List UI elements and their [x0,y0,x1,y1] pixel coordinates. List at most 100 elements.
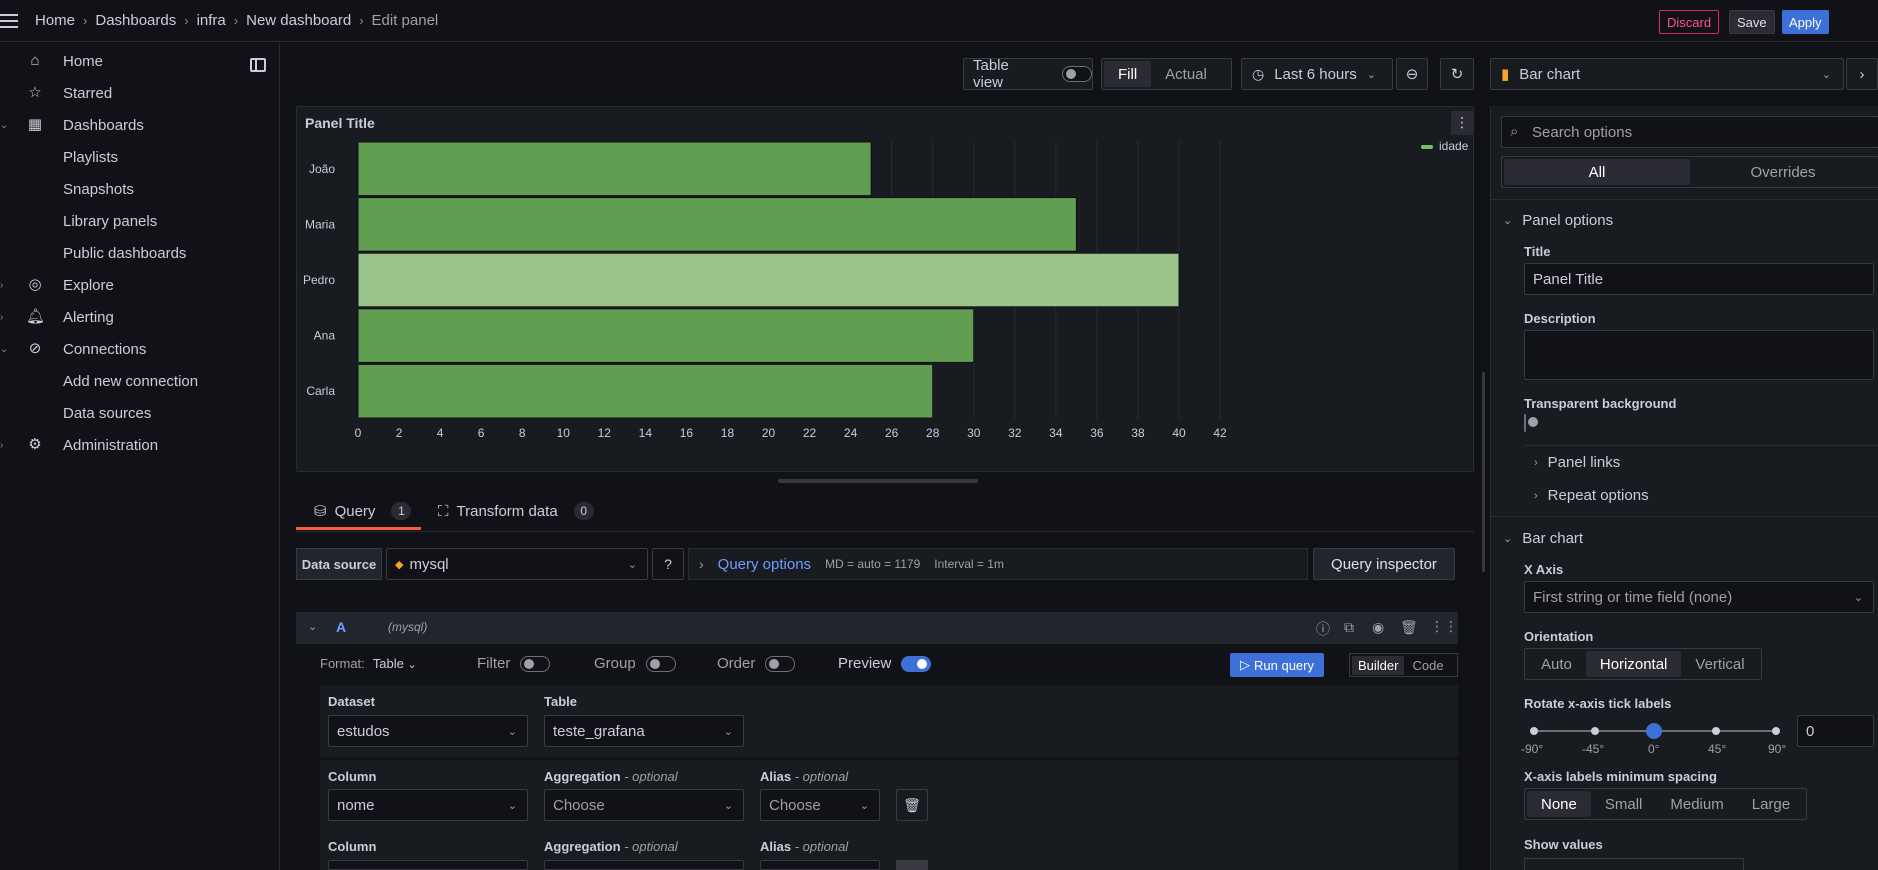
spacing-large[interactable]: Large [1738,791,1804,817]
orientation-auto[interactable]: Auto [1527,651,1586,677]
bar-chart-options-header[interactable]: ⌄ Bar chart [1503,530,1583,547]
sidebar-item-public-dashboards[interactable]: Public dashboards [0,237,279,269]
sidebar-item-explore[interactable]: › ◎ Explore [0,269,279,301]
bar [357,252,1180,308]
spacing-medium[interactable]: Medium [1656,791,1737,817]
dataset-select[interactable]: estudos ⌄ [328,715,528,747]
search-options-input[interactable]: ⌕ Search options [1501,116,1878,148]
run-query-button[interactable]: ▷ Run query [1230,653,1324,677]
code-option[interactable]: Code [1404,656,1451,675]
fill-option[interactable]: Fill [1104,61,1152,87]
order-toggle[interactable]: Order [717,655,796,672]
save-button[interactable]: Save [1729,10,1775,34]
transparent-switch[interactable] [1524,414,1526,432]
sidebar-item-add-new-connection[interactable]: Add new connection [0,365,279,397]
time-range-label: Last 6 hours [1274,65,1357,83]
tab-query[interactable]: ⛁ Query 1 [296,502,412,520]
actual-option[interactable]: Actual [1151,66,1221,83]
panel-links-header[interactable]: › Panel links [1534,454,1620,471]
breadcrumb-home[interactable]: Home [35,12,75,29]
sidebar-item-administration[interactable]: › ⚙ Administration [0,429,279,461]
builder-option[interactable]: Builder [1352,655,1405,675]
query-ref-id[interactable]: A [336,619,346,635]
breadcrumb-dashboards[interactable]: Dashboards [95,12,176,29]
menu-icon[interactable] [0,14,18,28]
chevron-down-icon[interactable]: ⌄ [0,120,8,131]
sidebar-item-starred[interactable]: ☆ Starred [0,77,279,109]
query-inspector-button[interactable]: Query inspector [1313,548,1455,580]
rotate-value-input[interactable]: 0 [1797,715,1874,747]
zoom-out-button[interactable]: ⊖ [1396,58,1428,90]
rotate-slider-handle[interactable] [1646,723,1662,739]
preview-toggle[interactable]: Preview [838,655,932,672]
filter-switch[interactable] [520,655,551,672]
aggregation-select[interactable]: Choose ⌄ [544,789,744,821]
panel-options-header[interactable]: ⌄ Panel options [1503,212,1613,229]
tab-overrides[interactable]: Overrides [1690,159,1876,185]
sidebar-item-playlists[interactable]: Playlists [0,141,279,173]
visualization-picker[interactable]: ▮ Bar chart ⌄ [1490,58,1844,90]
alias-select-2[interactable] [760,860,880,870]
discard-button[interactable]: Discard [1659,10,1720,34]
repeat-options-header[interactable]: › Repeat options [1534,487,1649,504]
format-select[interactable]: Table ⌄ [373,656,417,671]
dock-menu-icon[interactable] [250,58,266,72]
delete-column-button[interactable]: 🗑︎ [896,789,928,821]
time-picker[interactable]: ◷ Last 6 hours ⌄ [1241,58,1393,90]
spacing-small[interactable]: Small [1591,791,1657,817]
spacing-none[interactable]: None [1527,791,1591,817]
table-view-toggle[interactable]: Table view [963,57,1093,91]
filter-toggle[interactable]: Filter [477,655,551,672]
column-select[interactable]: nome ⌄ [328,789,528,821]
sidebar-item-alerting[interactable]: › 🔔︎ Alerting [0,301,279,333]
breadcrumb-infra[interactable]: infra [197,12,226,29]
table-view-switch[interactable] [1062,66,1092,82]
drag-handle-icon[interactable]: ⋮⋮ [1430,618,1458,635]
panel-menu-icon[interactable]: ⋮ [1451,111,1473,135]
chevron-right-icon[interactable]: › [0,280,6,291]
query-options-bar[interactable]: › Query options MD = auto = 1179 Interva… [688,548,1308,580]
orientation-vertical[interactable]: Vertical [1681,651,1758,677]
table-select[interactable]: teste_grafana ⌄ [544,715,744,747]
chevron-down-icon[interactable]: ⌄ [0,344,8,355]
tabs-divider [296,531,1474,532]
group-toggle[interactable]: Group [594,655,676,672]
column-select-2[interactable] [328,860,528,870]
refresh-button[interactable]: ↻ [1440,58,1474,90]
chevron-down-icon[interactable]: ⌄ [308,620,317,633]
aggregation-select-2[interactable] [544,860,744,870]
chevron-right-icon[interactable]: › [0,440,6,451]
editor-scrollbar[interactable] [1482,372,1485,572]
sidebar-item-dashboards[interactable]: ⌄ ▦ Dashboards [0,109,279,141]
panel-resize-handle[interactable] [778,479,978,483]
tab-all[interactable]: All [1504,159,1690,185]
sidebar-item-home[interactable]: ⌂ Home [0,45,279,77]
orientation-horizontal[interactable]: Horizontal [1585,651,1682,677]
chevron-right-icon[interactable]: › [0,312,6,323]
trash-icon[interactable]: 🗑︎ [1400,619,1418,636]
breadcrumb-new-dashboard[interactable]: New dashboard [246,12,351,29]
sidebar-item-library-panels[interactable]: Library panels [0,205,279,237]
chevron-right-icon: › [83,13,88,28]
sidebar-item-snapshots[interactable]: Snapshots [0,173,279,205]
title-input[interactable]: Panel Title [1524,263,1874,295]
help-icon[interactable]: ⓘ [1316,619,1330,639]
description-textarea[interactable] [1524,330,1874,380]
tab-transform[interactable]: ⛶ Transform data 0 [438,502,594,520]
datasource-picker[interactable]: ◆ mysql ⌄ [386,548,648,580]
apply-button[interactable]: Apply [1782,10,1829,34]
show-values-radio[interactable] [1524,858,1744,870]
delete-column-button-2[interactable] [896,860,928,870]
x-tick-label: 42 [1213,426,1227,440]
help-icon[interactable]: ? [652,548,684,580]
collapse-options-button[interactable]: › [1846,58,1878,90]
preview-switch[interactable] [901,655,932,672]
group-switch[interactable] [645,655,676,672]
order-switch[interactable] [765,655,796,672]
x-axis-select[interactable]: First string or time field (none) ⌄ [1524,581,1874,613]
eye-icon[interactable]: ◉ [1372,619,1384,636]
alias-select[interactable]: Choose ⌄ [760,789,880,821]
sidebar-item-data-sources[interactable]: Data sources [0,397,279,429]
copy-icon[interactable]: ⧉ [1344,619,1354,636]
sidebar-item-connections[interactable]: ⌄ ⊘ Connections [0,333,279,365]
